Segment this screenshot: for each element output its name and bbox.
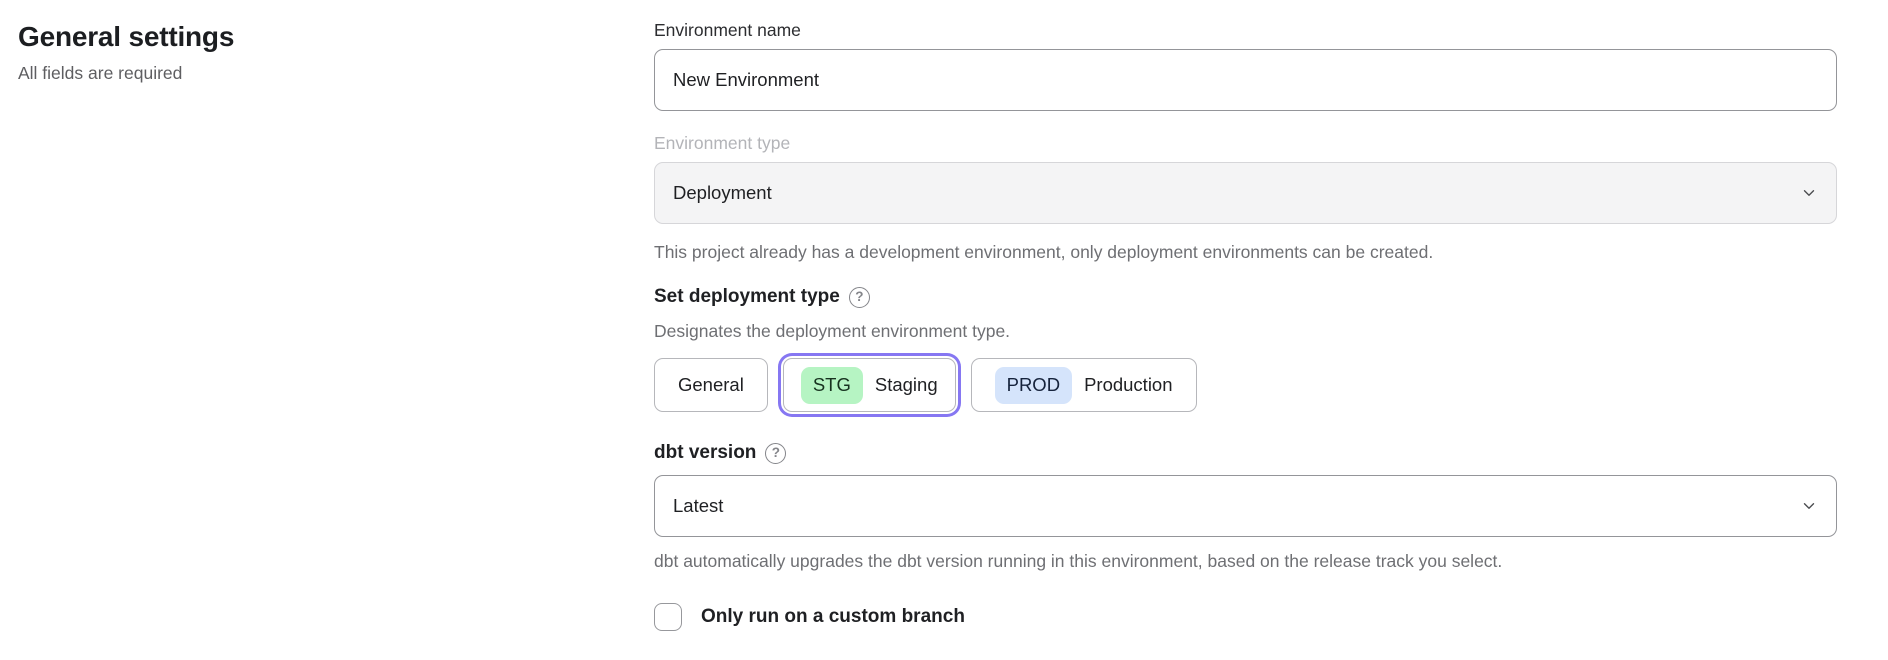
deployment-type-production-button[interactable]: PROD Production xyxy=(971,358,1197,412)
prod-badge: PROD xyxy=(995,367,1072,404)
page-subtitle: All fields are required xyxy=(18,62,654,84)
dbt-version-value: Latest xyxy=(673,495,723,517)
deployment-type-description: Designates the deployment environment ty… xyxy=(654,319,1837,343)
deployment-type-heading-text: Set deployment type xyxy=(654,284,840,310)
deployment-type-general-label: General xyxy=(678,374,744,396)
dbt-version-heading-text: dbt version xyxy=(654,440,756,466)
page-title: General settings xyxy=(18,20,654,54)
chevron-down-icon xyxy=(1800,184,1818,202)
deployment-type-heading: Set deployment type ? xyxy=(654,284,1837,310)
environment-type-value: Deployment xyxy=(673,182,772,204)
help-circle-icon[interactable]: ? xyxy=(849,287,870,308)
environment-type-select: Deployment xyxy=(654,162,1837,224)
dbt-version-helper: dbt automatically upgrades the dbt versi… xyxy=(654,549,1837,573)
custom-branch-row: Only run on a custom branch xyxy=(654,603,1837,631)
environment-name-label: Environment name xyxy=(654,18,1837,42)
deployment-type-production-label: Production xyxy=(1084,374,1172,396)
dbt-version-heading: dbt version ? xyxy=(654,440,1837,466)
stg-badge: STG xyxy=(801,367,863,404)
deployment-type-staging-button[interactable]: STG Staging xyxy=(783,358,956,412)
custom-branch-label[interactable]: Only run on a custom branch xyxy=(701,606,965,628)
dbt-version-select[interactable]: Latest xyxy=(654,475,1837,537)
environment-type-helper: This project already has a development e… xyxy=(654,240,1837,264)
custom-branch-checkbox[interactable] xyxy=(654,603,682,631)
deployment-type-staging-label: Staging xyxy=(875,374,938,396)
environment-name-input[interactable] xyxy=(654,49,1837,111)
settings-form: Environment name Environment type Deploy… xyxy=(654,0,1837,631)
deployment-type-general-button[interactable]: General xyxy=(654,358,768,412)
help-circle-icon[interactable]: ? xyxy=(765,443,786,464)
chevron-down-icon xyxy=(1800,497,1818,515)
environment-type-label: Environment type xyxy=(654,131,1837,155)
settings-summary-column: General settings All fields are required xyxy=(0,0,654,631)
deployment-type-options: General STG Staging PROD Production xyxy=(654,358,1837,412)
environment-settings-page: General settings All fields are required… xyxy=(0,0,1888,631)
